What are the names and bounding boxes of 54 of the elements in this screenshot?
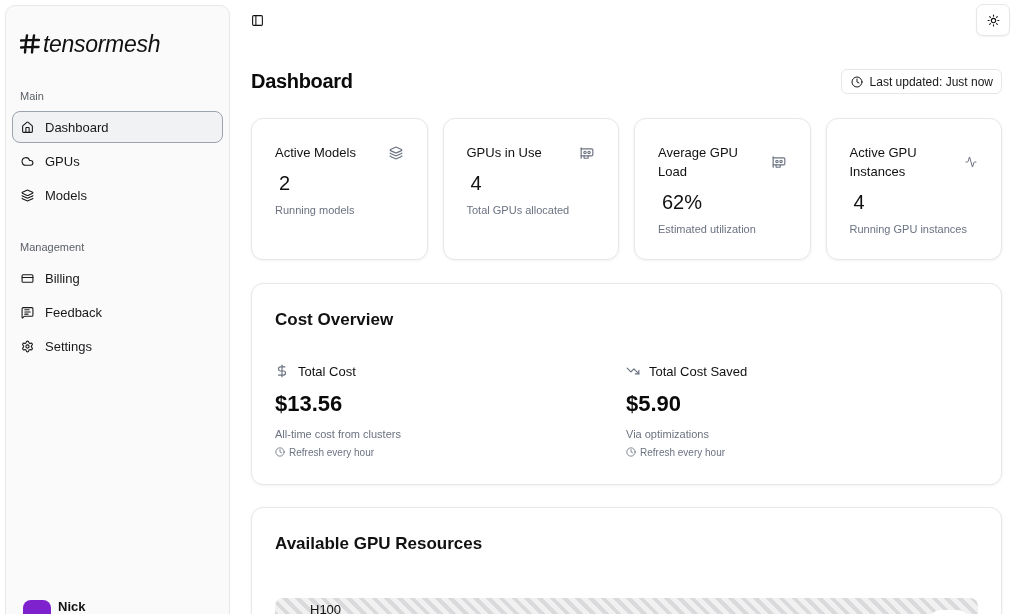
clock-icon	[626, 447, 636, 457]
stat-value: 4	[469, 171, 482, 195]
last-updated-text: Last updated: Just now	[869, 74, 993, 89]
nav-item[interactable]: Settings	[12, 330, 223, 362]
dollar-icon	[275, 364, 289, 378]
panel-icon	[251, 13, 264, 27]
activity-icon	[965, 156, 977, 168]
nav-item[interactable]: Feedback	[12, 296, 223, 328]
refresh-note: Refresh every hour	[640, 446, 726, 458]
sun-icon	[986, 13, 1000, 27]
nav-item[interactable]: Models	[12, 179, 223, 211]
section-label: Main	[19, 89, 44, 104]
stat-value: 62%	[661, 190, 703, 214]
stat-caption: Running GPU instances	[849, 222, 967, 237]
layers-icon	[388, 145, 403, 160]
credit-card-icon	[21, 271, 34, 285]
graphics-card-icon	[771, 155, 786, 169]
stat-caption: Estimated utilization	[658, 222, 756, 237]
cost-label: Total Cost	[298, 363, 356, 379]
gpu-name: H100	[310, 603, 342, 614]
card-title: Available GPU Resources	[275, 533, 483, 555]
clock-icon	[275, 447, 285, 457]
stat-title: Average GPU Load	[658, 144, 739, 181]
stat-caption: Running models	[275, 203, 355, 218]
cost-label: Total Cost Saved	[649, 363, 748, 379]
stat-value: 2	[278, 171, 291, 195]
refresh-note: Refresh every hour	[289, 446, 375, 458]
nav-item[interactable]: Billing	[12, 262, 223, 294]
home-icon	[21, 120, 34, 134]
layers-icon	[21, 188, 34, 202]
nav-item[interactable]: Dashboard	[12, 111, 223, 143]
cost-caption: Via optimizations	[626, 427, 709, 442]
clock-icon	[850, 75, 863, 88]
stat-title: Active Models	[275, 144, 356, 162]
cost-value: $5.90	[626, 390, 682, 418]
message-icon	[21, 305, 34, 319]
cost-value: $13.56	[275, 390, 343, 418]
card-title: Cost Overview	[275, 309, 395, 331]
settings-icon	[21, 339, 34, 353]
stat-title: Active GPU Instances	[849, 144, 918, 181]
stat-caption: Total GPUs allocated	[466, 203, 570, 218]
sidebar-toggle-button[interactable]	[251, 13, 264, 27]
stat-value: 4	[852, 190, 865, 214]
user-name: Nick	[58, 599, 86, 614]
stat-title: GPUs in Use	[466, 144, 542, 162]
nav-item[interactable]: GPUs	[12, 145, 223, 177]
theme-toggle-button[interactable]	[976, 4, 1010, 36]
cost-caption: All-time cost from clusters	[275, 427, 401, 442]
logo-text: tensormesh	[43, 30, 161, 58]
graphics-card-icon	[580, 145, 594, 160]
page-title: Dashboard	[251, 70, 353, 93]
section-label: Management	[19, 240, 85, 255]
logo-icon	[20, 34, 40, 54]
cloud-icon	[21, 154, 34, 168]
